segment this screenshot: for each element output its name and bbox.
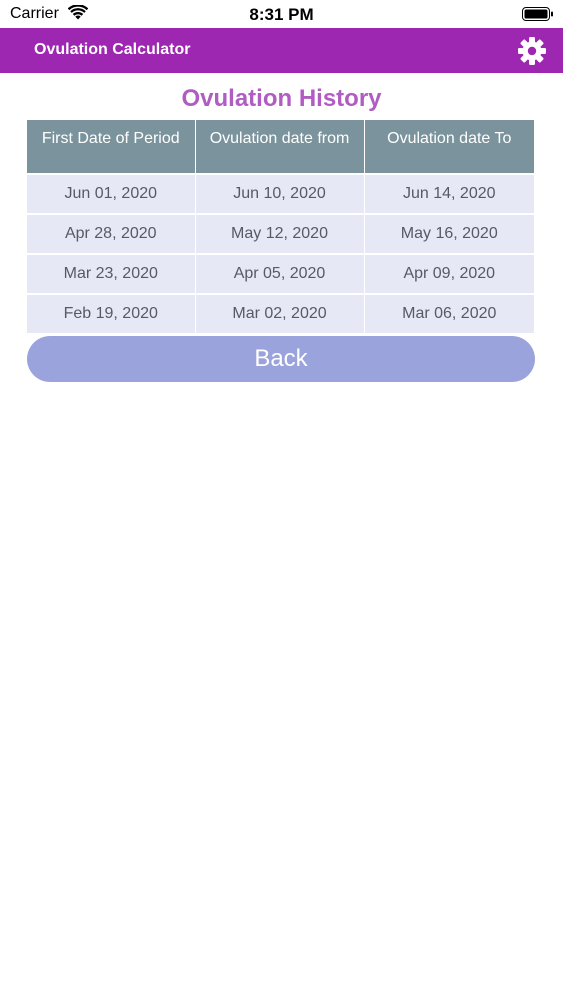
table-cell: May 12, 2020 <box>195 213 365 254</box>
table-cell: Apr 28, 2020 <box>27 213 196 254</box>
battery-icon <box>522 7 553 21</box>
clock-time: 8:31 PM <box>249 5 314 24</box>
app-title: Ovulation Calculator <box>34 41 191 58</box>
table-cell: Feb 19, 2020 <box>27 293 196 333</box>
column-header-first-date: First Date of Period <box>27 120 196 174</box>
page-title: Ovulation History <box>181 85 382 112</box>
table-cell: Jun 14, 2020 <box>364 173 534 214</box>
table-cell: Mar 23, 2020 <box>27 253 196 294</box>
table-row: Apr 28, 2020 May 12, 2020 May 16, 2020 <box>27 213 534 254</box>
table-cell: Jun 10, 2020 <box>195 173 365 214</box>
table-cell: Apr 09, 2020 <box>364 253 534 294</box>
table-cell: May 16, 2020 <box>364 213 534 254</box>
table-row: Jun 01, 2020 Jun 10, 2020 Jun 14, 2020 <box>27 173 534 214</box>
back-button[interactable]: Back <box>27 336 535 382</box>
table-cell: Mar 06, 2020 <box>364 293 534 333</box>
status-bar: Carrier 8:31 PM <box>0 0 563 28</box>
ovulation-history-table: First Date of Period Ovulation date from… <box>27 120 534 333</box>
table-row: Feb 19, 2020 Mar 02, 2020 Mar 06, 2020 <box>27 293 534 333</box>
table-row: Mar 23, 2020 Apr 05, 2020 Apr 09, 2020 <box>27 253 534 294</box>
table-cell: Jun 01, 2020 <box>27 173 196 214</box>
gear-icon[interactable] <box>517 36 547 66</box>
table-header-row: First Date of Period Ovulation date from… <box>27 120 534 174</box>
column-header-ovulation-to: Ovulation date To <box>364 120 534 174</box>
nav-bar: Ovulation Calculator <box>0 28 563 73</box>
table-cell: Apr 05, 2020 <box>195 253 365 294</box>
column-header-ovulation-from: Ovulation date from <box>195 120 365 174</box>
table-cell: Mar 02, 2020 <box>195 293 365 333</box>
